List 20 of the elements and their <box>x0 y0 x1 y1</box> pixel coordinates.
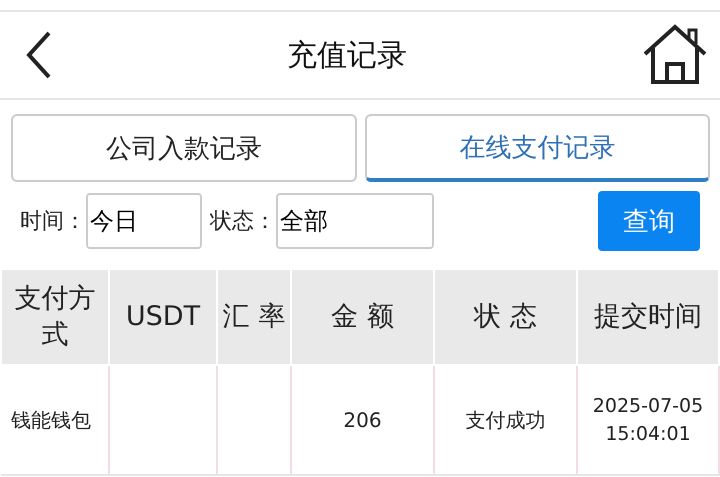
status-select[interactable]: 全部 <box>276 193 434 249</box>
table-cell: 206 <box>291 365 434 475</box>
tab[interactable]: 公司入款记录 <box>11 114 356 182</box>
page-title: 充值记录 <box>287 36 407 74</box>
time-label: 时间： <box>20 208 86 236</box>
column-header: 金 额 <box>291 269 434 365</box>
column-header: 汇 率 <box>217 269 291 365</box>
column-header: 状 态 <box>434 269 577 365</box>
status-label: 状态： <box>210 208 276 236</box>
home-icon[interactable] <box>642 24 708 86</box>
column-header: USDT <box>109 269 217 365</box>
tab[interactable]: 在线支付记录 <box>364 114 710 182</box>
table-cell: 钱能钱包 <box>1 365 109 475</box>
query-button[interactable]: 查询 <box>598 191 700 251</box>
table-cell: 2025-07-05 15:04:01 <box>577 365 719 475</box>
column-header: 提交时间 <box>577 269 719 365</box>
back-icon[interactable] <box>26 31 52 79</box>
table-cell: 支付成功 <box>434 365 577 475</box>
time-select[interactable]: 今日 <box>86 193 202 249</box>
column-header: 支付方式 <box>1 269 109 365</box>
